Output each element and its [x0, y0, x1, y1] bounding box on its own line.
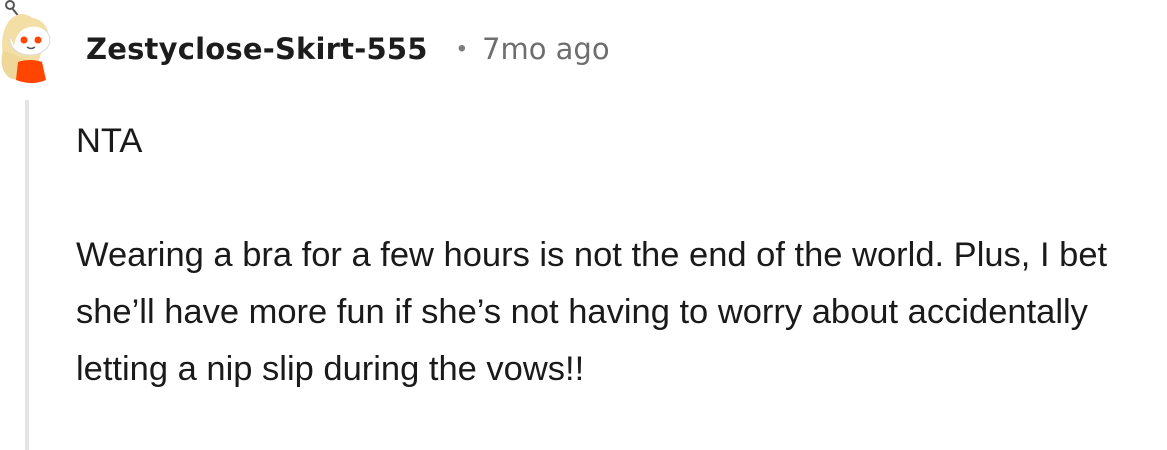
timestamp[interactable]: 7mo ago — [482, 32, 610, 66]
comment: Zestyclose-Skirt-555 • 7mo ago NTA Weari… — [0, 0, 1167, 450]
separator-dot: • — [457, 35, 466, 62]
comment-paragraph: Wearing a bra for a few hours is not the… — [76, 236, 1108, 388]
thread-line[interactable] — [25, 100, 29, 450]
comment-verdict: NTA — [76, 122, 143, 160]
snoo-avatar-icon — [1, 0, 51, 83]
comment-body: NTA Wearing a bra for a few hours is not… — [76, 113, 1161, 398]
username-link[interactable]: Zestyclose-Skirt-555 — [86, 32, 428, 66]
comment-header: Zestyclose-Skirt-555 • 7mo ago — [86, 22, 610, 76]
avatar[interactable] — [0, 0, 60, 84]
